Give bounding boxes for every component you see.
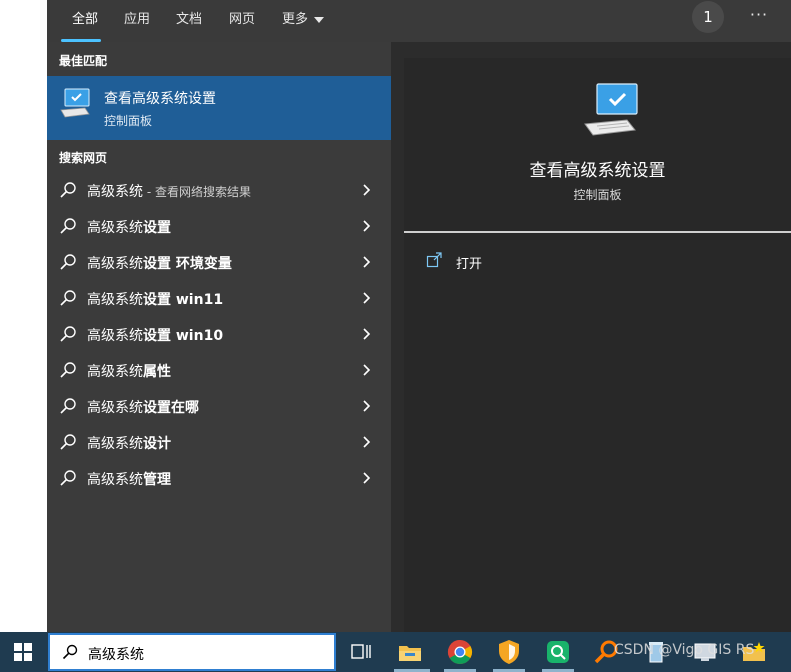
search-icon bbox=[60, 182, 76, 198]
chevron-right-icon[interactable] bbox=[360, 291, 374, 305]
suggestion-completion: 设计 bbox=[143, 436, 171, 452]
suggestion-text: 高级系统 - 查看网络搜索结果 bbox=[87, 181, 251, 201]
results-list: 最佳匹配 查看高级系统设置 控制面板 搜索网页 高级系统 - 查看网络搜索结果高… bbox=[47, 42, 391, 632]
best-match-title: 查看高级系统设置 bbox=[104, 91, 216, 107]
suggestion-completion: 属性 bbox=[143, 364, 171, 380]
search-icon bbox=[60, 434, 76, 450]
search-icon bbox=[60, 290, 76, 306]
suggestion-query: 高级系统 bbox=[87, 256, 143, 272]
web-search-suggestion[interactable]: 高级系统设置 win10 bbox=[47, 316, 391, 352]
tab-more-label: 更多 bbox=[282, 12, 309, 27]
suggestion-text: 高级系统设置 win11 bbox=[87, 289, 223, 309]
chevron-right-icon[interactable] bbox=[360, 471, 374, 485]
search-icon bbox=[60, 254, 76, 270]
green-app-icon[interactable] bbox=[544, 638, 572, 666]
suggestion-text: 高级系统设置 bbox=[87, 217, 171, 237]
start-search-panel: 全部 应用 文档 网页 更多 1 ··· 最佳匹配 查看高级系统设置 控制面板 bbox=[47, 0, 791, 632]
suggestion-query: 高级系统 bbox=[87, 364, 143, 380]
search-icon bbox=[60, 398, 76, 414]
tab-web[interactable]: 网页 bbox=[229, 8, 255, 27]
search-icon bbox=[60, 218, 76, 234]
suggestion-hint: - 查看网络搜索结果 bbox=[143, 185, 251, 199]
search-icon bbox=[62, 644, 78, 660]
suggestion-text: 高级系统设置在哪 bbox=[87, 397, 199, 417]
search-icon bbox=[60, 362, 76, 378]
web-search-suggestion[interactable]: 高级系统管理 bbox=[47, 460, 391, 496]
detail-divider bbox=[404, 231, 791, 233]
suggestion-completion: 设置 bbox=[143, 220, 171, 236]
open-external-icon bbox=[426, 252, 442, 268]
suggestion-query: 高级系统 bbox=[87, 328, 143, 344]
task-view-icon[interactable] bbox=[347, 638, 375, 666]
csdn-watermark: CSDN @Vigo GIS RS bbox=[614, 642, 755, 658]
chevron-right-icon[interactable] bbox=[360, 327, 374, 341]
chrome-icon[interactable] bbox=[446, 638, 474, 666]
suggestion-query: 高级系统 bbox=[87, 400, 143, 416]
search-icon bbox=[60, 326, 76, 342]
open-action-label: 打开 bbox=[456, 257, 483, 272]
more-options-button[interactable]: ··· bbox=[747, 4, 771, 28]
windows-start-icon[interactable] bbox=[14, 643, 32, 661]
chevron-right-icon[interactable] bbox=[360, 255, 374, 269]
suggestion-query: 高级系统 bbox=[87, 292, 143, 308]
search-query-text: 高级系统 bbox=[88, 647, 144, 663]
tab-apps[interactable]: 应用 bbox=[124, 8, 150, 27]
web-search-suggestion[interactable]: 高级系统设置 环境变量 bbox=[47, 244, 391, 280]
suggestion-completion: 设置 win10 bbox=[143, 328, 224, 344]
suggestion-completion: 设置在哪 bbox=[143, 400, 199, 416]
suggestion-text: 高级系统设置 win10 bbox=[87, 325, 223, 345]
search-filter-tabs: 全部 应用 文档 网页 更多 1 ··· bbox=[47, 0, 791, 42]
monitor-settings-icon bbox=[584, 83, 638, 136]
suggestion-query: 高级系统 bbox=[87, 472, 143, 488]
chevron-right-icon[interactable] bbox=[360, 363, 374, 377]
taskbar-search-box[interactable]: 高级系统 bbox=[48, 633, 336, 671]
tab-more[interactable]: 更多 bbox=[282, 8, 325, 27]
web-search-suggestion[interactable]: 高级系统属性 bbox=[47, 352, 391, 388]
web-search-suggestion[interactable]: 高级系统 - 查看网络搜索结果 bbox=[47, 172, 391, 208]
taskbar: 高级系统 CSDN @Vigo GIS RS bbox=[0, 632, 791, 672]
suggestion-query: 高级系统 bbox=[87, 436, 143, 452]
detail-title: 查看高级系统设置 bbox=[529, 161, 666, 181]
suggestion-completion: 设置 环境变量 bbox=[143, 256, 232, 272]
search-icon bbox=[60, 470, 76, 486]
suggestion-text: 高级系统设置 环境变量 bbox=[87, 253, 232, 273]
detail-subtitle: 控制面板 bbox=[573, 188, 622, 202]
web-search-suggestion[interactable]: 高级系统设置在哪 bbox=[47, 388, 391, 424]
security-shield-icon[interactable] bbox=[495, 638, 523, 666]
best-match-subtitle: 控制面板 bbox=[104, 114, 153, 128]
suggestion-text: 高级系统管理 bbox=[87, 469, 171, 489]
desktop-screen: 全部 应用 文档 网页 更多 1 ··· 最佳匹配 查看高级系统设置 控制面板 bbox=[0, 0, 791, 672]
best-match-result[interactable]: 查看高级系统设置 控制面板 bbox=[47, 76, 391, 140]
chevron-right-icon[interactable] bbox=[360, 183, 374, 197]
monitor-settings-icon bbox=[60, 88, 90, 118]
tab-all[interactable]: 全部 bbox=[72, 8, 98, 27]
suggestion-text: 高级系统属性 bbox=[87, 361, 171, 381]
suggestion-completion: 设置 win11 bbox=[143, 292, 224, 308]
web-search-suggestion[interactable]: 高级系统设置 win11 bbox=[47, 280, 391, 316]
result-detail-pane: 查看高级系统设置 控制面板 打开 bbox=[404, 58, 791, 632]
chevron-down-icon bbox=[314, 16, 325, 23]
suggestion-completion: 管理 bbox=[143, 472, 171, 488]
tab-documents[interactable]: 文档 bbox=[176, 8, 202, 27]
best-match-heading: 最佳匹配 bbox=[59, 54, 108, 68]
web-search-suggestion[interactable]: 高级系统设置 bbox=[47, 208, 391, 244]
suggestion-query: 高级系统 bbox=[87, 220, 143, 236]
chevron-right-icon[interactable] bbox=[360, 399, 374, 413]
suggestion-query: 高级系统 bbox=[87, 184, 143, 200]
rewards-badge[interactable]: 1 bbox=[692, 1, 724, 33]
chevron-right-icon[interactable] bbox=[360, 219, 374, 233]
chevron-right-icon[interactable] bbox=[360, 435, 374, 449]
web-search-heading: 搜索网页 bbox=[59, 151, 108, 165]
suggestion-text: 高级系统设计 bbox=[87, 433, 171, 453]
file-explorer-icon[interactable] bbox=[396, 638, 424, 666]
web-search-suggestion[interactable]: 高级系统设计 bbox=[47, 424, 391, 460]
